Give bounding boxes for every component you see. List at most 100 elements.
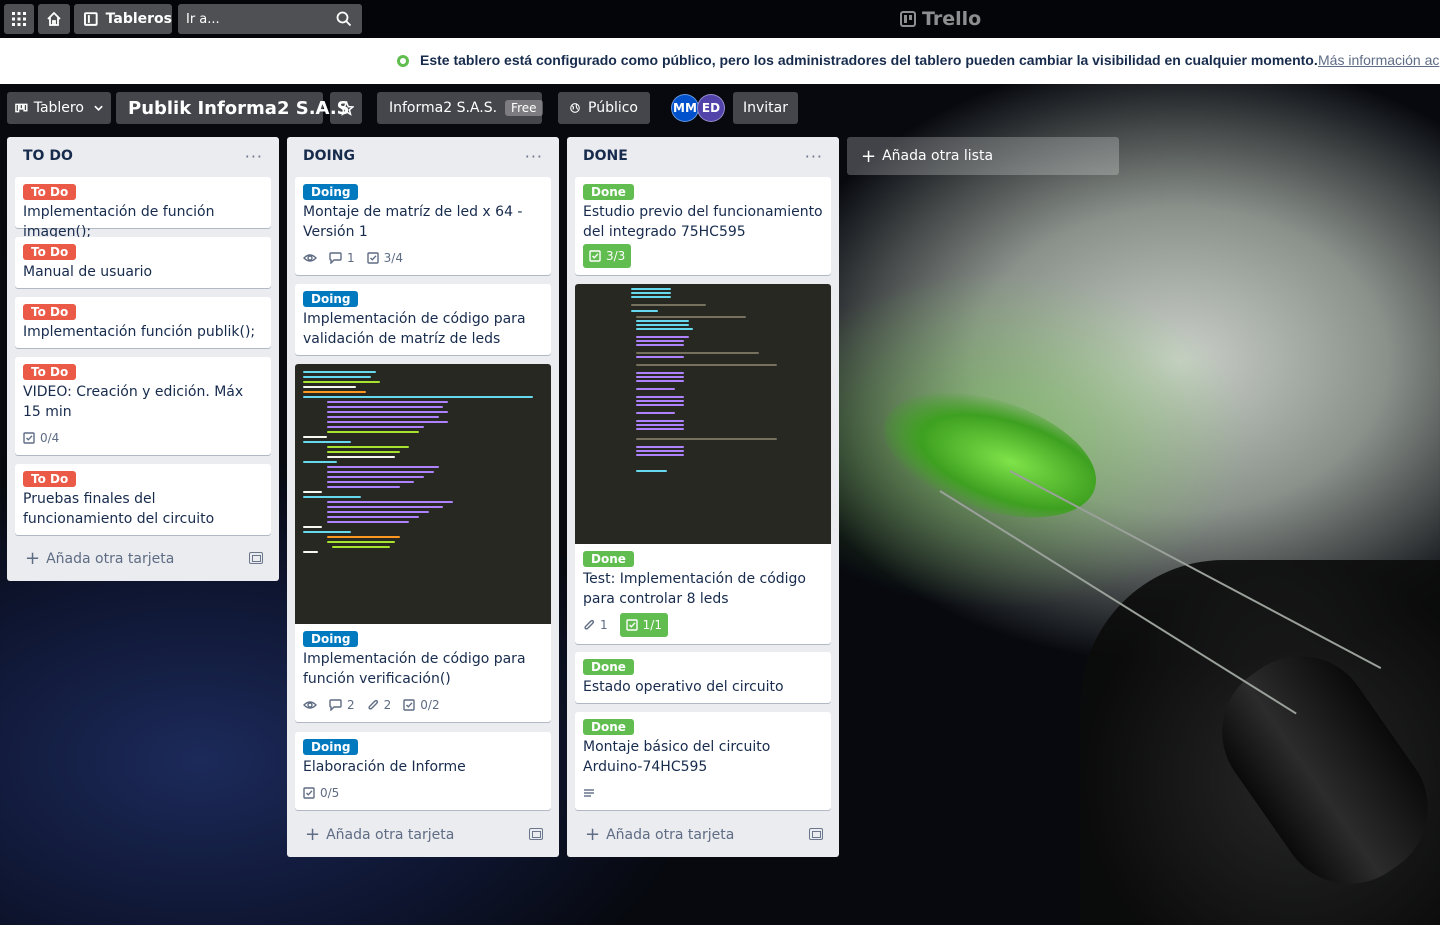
checklist-icon — [366, 252, 379, 264]
board-view-label: Tablero — [33, 100, 84, 116]
star-button[interactable] — [330, 92, 362, 124]
list-doing: DOING ··· Doing Montaje de matríz de led… — [287, 137, 559, 857]
trello-logo-icon — [900, 11, 916, 27]
invite-button[interactable]: Invitar — [733, 92, 798, 124]
apps-button[interactable] — [4, 4, 34, 34]
card-label: Doing — [303, 184, 359, 200]
card-title: Implementación función publik(); — [23, 324, 256, 340]
card-template-icon[interactable] — [809, 828, 823, 840]
card-title: Elaboración de Informe — [303, 759, 466, 775]
card-label: Doing — [303, 291, 359, 307]
add-card-label: Añada otra tarjeta — [46, 551, 175, 567]
card-label: To Do — [23, 184, 77, 200]
board-name: Publik Informa2 S.A.S — [128, 97, 350, 119]
card[interactable]: Doing Implementación de código para func… — [295, 364, 551, 722]
star-icon — [338, 100, 354, 116]
avatar-initials: ED — [701, 101, 721, 115]
board-view-switcher[interactable]: Tablero — [7, 92, 111, 124]
card-label: To Do — [23, 244, 77, 260]
card-label: Done — [583, 719, 634, 735]
description-icon — [584, 788, 594, 797]
plus-icon: + — [585, 824, 601, 845]
add-list-button[interactable]: + Añada otra lista — [847, 137, 1119, 175]
boards-icon — [84, 12, 98, 26]
card[interactable]: To Do VIDEO: Creación y edición. Máx 15 … — [15, 357, 271, 455]
checklist-count: 0/5 — [320, 786, 340, 800]
add-card-label: Añada otra tarjeta — [606, 827, 735, 843]
add-card-button[interactable]: + Añada otra tarjeta — [15, 545, 271, 573]
card-title: Estado operativo del circuito — [583, 679, 784, 695]
background-led-image — [868, 368, 1112, 542]
public-board-banner: Este tablero está configurado como públi… — [0, 38, 1440, 84]
board-name-button[interactable]: Publik Informa2 S.A.S — [116, 92, 350, 124]
visibility-button[interactable]: Público — [558, 92, 650, 124]
list-menu-icon[interactable]: ··· — [805, 147, 823, 166]
trello-logo[interactable]: Trello — [900, 6, 981, 32]
card-label: Done — [583, 184, 634, 200]
banner-message: Este tablero está configurado como públi… — [420, 52, 1318, 68]
card[interactable]: Done Montaje básico del circuito Arduino… — [575, 712, 831, 810]
card-label: To Do — [23, 364, 77, 380]
top-header: Tableros Ir a... Trello — [0, 0, 1440, 38]
card-label: Done — [583, 551, 634, 567]
card-template-icon[interactable] — [529, 828, 543, 840]
add-card-button[interactable]: + Añada otra tarjeta — [295, 821, 551, 849]
checklist-badge-complete: 3/3 — [583, 244, 632, 268]
attachments-count: 1 — [600, 618, 608, 632]
search-input[interactable]: Ir a... — [178, 4, 362, 34]
list-header: DONE ··· — [567, 137, 839, 175]
card-title: Implementación de código para función ve… — [303, 651, 526, 687]
card-badges — [583, 783, 595, 803]
list-done: DONE ··· Done Estudio previo del funcion… — [567, 137, 839, 857]
add-card-button[interactable]: + Añada otra tarjeta — [575, 821, 831, 849]
card[interactable]: Doing Montaje de matríz de led x 64 - Ve… — [295, 177, 551, 275]
card[interactable]: Done Test: Implementación de código para… — [575, 284, 831, 644]
list-title[interactable]: DOING — [303, 148, 355, 164]
boards-button[interactable]: Tableros — [74, 4, 172, 34]
comments-badge: 1 — [329, 251, 355, 265]
card[interactable]: To Do Manual de usuario — [15, 237, 271, 288]
card-title: Montaje básico del circuito Arduino-74HC… — [583, 739, 771, 775]
apps-grid-icon — [12, 12, 26, 26]
home-icon — [47, 11, 61, 26]
checklist-icon — [403, 699, 415, 711]
card[interactable]: Done Estudio previo del funcionamiento d… — [575, 177, 831, 275]
trello-logo-text: Trello — [922, 8, 982, 30]
list-menu-icon[interactable]: ··· — [525, 147, 543, 166]
checklist-count: 3/3 — [606, 249, 626, 263]
home-button[interactable] — [38, 4, 70, 34]
card-badges: 1 3/4 — [303, 248, 403, 268]
attachments-badge: 2 — [367, 698, 391, 712]
card[interactable]: Doing Elaboración de Informe 0/5 — [295, 732, 551, 810]
eye-icon — [303, 701, 317, 709]
avatar[interactable]: MM — [671, 94, 699, 122]
search-placeholder: Ir a... — [186, 11, 220, 27]
card-label: Doing — [303, 739, 359, 755]
checklist-badge: 0/2 — [403, 698, 440, 712]
list-header: DOING ··· — [287, 137, 559, 175]
card[interactable]: To Do Implementación de función imagen()… — [15, 177, 271, 240]
card-title: Manual de usuario — [23, 264, 153, 280]
more-info-link[interactable]: Más información ac — [1318, 52, 1439, 68]
list-menu-icon[interactable]: ··· — [245, 147, 263, 166]
list-title[interactable]: TO DO — [23, 148, 73, 164]
team-button[interactable]: Informa2 S.A.S. Free — [377, 92, 543, 124]
list-title[interactable]: DONE — [583, 148, 628, 164]
avatar-initials: MM — [673, 101, 697, 115]
attachments-badge: 1 — [583, 618, 608, 632]
card[interactable]: To Do Implementación función publik(); — [15, 297, 271, 348]
chevron-down-icon — [94, 105, 103, 111]
card[interactable]: Done Estado operativo del circuito — [575, 652, 831, 703]
card[interactable]: Doing Implementación de código para vali… — [295, 284, 551, 355]
comment-icon — [329, 699, 342, 711]
card[interactable]: To Do Pruebas finales del funcionamiento… — [15, 464, 271, 535]
team-plan-badge: Free — [505, 100, 543, 116]
plus-icon: + — [861, 145, 877, 167]
card-title: Implementación de código para validación… — [303, 311, 526, 347]
checklist-count: 0/4 — [40, 431, 60, 445]
checklist-icon — [23, 432, 35, 444]
card-template-icon[interactable] — [249, 552, 263, 564]
avatar[interactable]: ED — [697, 94, 725, 122]
watching-badge — [303, 700, 317, 710]
card-title: Pruebas finales del funcionamiento del c… — [23, 491, 215, 527]
